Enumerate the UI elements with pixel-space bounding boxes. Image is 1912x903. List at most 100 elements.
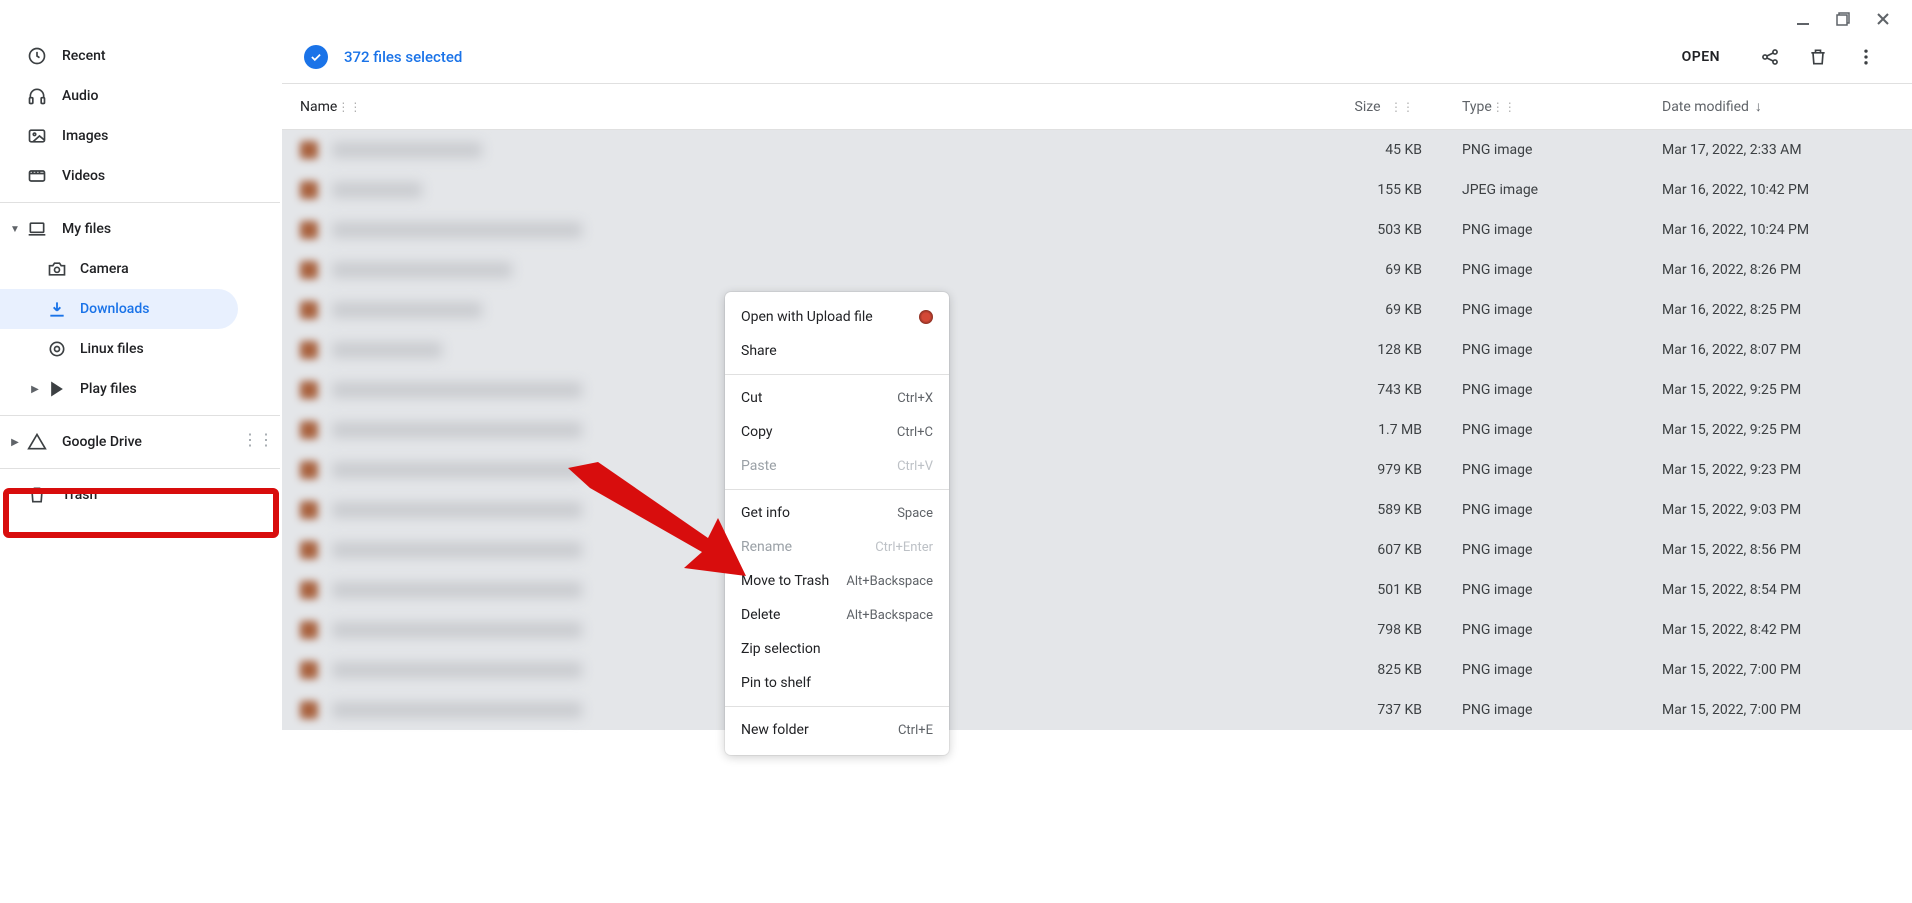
context-menu-item[interactable]: Move to TrashAlt+Backspace	[725, 564, 949, 598]
col-header-size[interactable]: Size ⋮⋮	[1312, 99, 1452, 115]
table-row[interactable]: 69 KBPNG imageMar 16, 2022, 8:25 PM	[282, 290, 1912, 330]
cell-type: PNG image	[1452, 422, 1652, 438]
drag-handle-icon[interactable]: ⋮⋮	[337, 100, 361, 114]
cell-size: 825 KB	[1312, 662, 1452, 678]
cell-type: PNG image	[1452, 302, 1652, 318]
sidebar-item-audio[interactable]: Audio	[0, 76, 238, 116]
action-bar: 372 files selected OPEN	[282, 30, 1912, 84]
cell-name	[282, 141, 1312, 159]
table-row[interactable]: 69 KBPNG imageMar 16, 2022, 8:26 PM	[282, 250, 1912, 290]
context-menu-item[interactable]: Share	[725, 334, 949, 368]
context-menu-item[interactable]: DeleteAlt+Backspace	[725, 598, 949, 632]
sidebar-item-videos[interactable]: Videos	[0, 156, 238, 196]
sidebar-item-gdrive[interactable]: ▶ Google Drive	[0, 422, 238, 462]
sidebar-item-images[interactable]: Images	[0, 116, 238, 156]
file-type-icon	[300, 341, 318, 359]
file-type-icon	[300, 221, 318, 239]
context-menu-item[interactable]: New folderCtrl+E	[725, 713, 949, 747]
share-icon[interactable]	[1758, 45, 1782, 69]
linux-icon	[46, 338, 68, 360]
cell-type: PNG image	[1452, 622, 1652, 638]
col-header-date[interactable]: Date modified↓	[1652, 98, 1912, 115]
sidebar-divider	[0, 468, 280, 469]
sidebar-item-playfiles[interactable]: ▶ Play files	[0, 369, 238, 409]
sort-descending-icon: ↓	[1755, 98, 1762, 115]
cell-type: PNG image	[1452, 382, 1652, 398]
camera-icon	[46, 258, 68, 280]
video-icon	[26, 165, 48, 187]
context-menu-item-label: Rename	[741, 539, 792, 555]
table-row[interactable]: 589 KBPNG imageMar 15, 2022, 9:03 PM	[282, 490, 1912, 530]
upload-app-icon	[919, 310, 933, 324]
cell-date: Mar 15, 2022, 9:23 PM	[1652, 462, 1912, 478]
cell-date: Mar 15, 2022, 9:03 PM	[1652, 502, 1912, 518]
file-name-redacted	[332, 182, 422, 198]
table-row[interactable]: 128 KBPNG imageMar 16, 2022, 8:07 PM	[282, 330, 1912, 370]
sidebar-item-camera[interactable]: Camera	[0, 249, 238, 289]
cell-size: 45 KB	[1312, 142, 1452, 158]
cell-date: Mar 15, 2022, 7:00 PM	[1652, 702, 1912, 718]
drag-handle-icon[interactable]: ⋮⋮	[1492, 100, 1516, 114]
table-row[interactable]: 743 KBPNG imageMar 15, 2022, 9:25 PM	[282, 370, 1912, 410]
cell-size: 1.7 MB	[1312, 422, 1452, 438]
context-menu-separator	[725, 374, 949, 375]
cell-size: 128 KB	[1312, 342, 1452, 358]
table-row[interactable]: 155 KBJPEG imageMar 16, 2022, 10:42 PM	[282, 170, 1912, 210]
table-row[interactable]: 979 KBPNG imageMar 15, 2022, 9:23 PM	[282, 450, 1912, 490]
cell-size: 743 KB	[1312, 382, 1452, 398]
window-minimize-button[interactable]	[1794, 10, 1812, 28]
cell-size: 69 KB	[1312, 262, 1452, 278]
table-row[interactable]: 607 KBPNG imageMar 15, 2022, 8:56 PM	[282, 530, 1912, 570]
window-close-button[interactable]	[1874, 10, 1892, 28]
file-type-icon	[300, 701, 318, 719]
context-menu-item-label: Share	[741, 343, 777, 359]
trash-icon[interactable]	[1806, 45, 1830, 69]
cell-type: PNG image	[1452, 702, 1652, 718]
open-button[interactable]: OPEN	[1682, 49, 1720, 65]
table-row[interactable]: 501 KBPNG imageMar 15, 2022, 8:54 PM	[282, 570, 1912, 610]
context-menu-item[interactable]: Pin to shelf	[725, 666, 949, 700]
cell-type: PNG image	[1452, 262, 1652, 278]
window-maximize-button[interactable]	[1834, 10, 1852, 28]
file-name-redacted	[332, 462, 582, 478]
file-type-icon	[300, 141, 318, 159]
table-row[interactable]: 737 KBPNG imageMar 15, 2022, 7:00 PM	[282, 690, 1912, 730]
cell-type: JPEG image	[1452, 182, 1652, 198]
cell-date: Mar 16, 2022, 8:26 PM	[1652, 262, 1912, 278]
play-icon	[46, 378, 68, 400]
table-row[interactable]: 825 KBPNG imageMar 15, 2022, 7:00 PM	[282, 650, 1912, 690]
cell-date: Mar 15, 2022, 8:56 PM	[1652, 542, 1912, 558]
table-row[interactable]: 1.7 MBPNG imageMar 15, 2022, 9:25 PM	[282, 410, 1912, 450]
sidebar-item-label: Recent	[62, 48, 106, 64]
sidebar-item-linux[interactable]: Linux files	[0, 329, 238, 369]
context-menu-item[interactable]: CutCtrl+X	[725, 381, 949, 415]
context-menu-item[interactable]: CopyCtrl+C	[725, 415, 949, 449]
col-header-type[interactable]: Type⋮⋮	[1452, 99, 1652, 115]
more-icon[interactable]	[1854, 45, 1878, 69]
cell-name	[282, 181, 1312, 199]
cell-size: 155 KB	[1312, 182, 1452, 198]
selection-check-icon[interactable]	[304, 45, 328, 69]
file-name-redacted	[332, 142, 482, 158]
sidebar-item-downloads[interactable]: Downloads	[0, 289, 238, 329]
file-name-redacted	[332, 622, 582, 638]
context-menu-item: PasteCtrl+V	[725, 449, 949, 483]
context-menu-item[interactable]: Zip selection	[725, 632, 949, 666]
sidebar-item-trash[interactable]: Trash	[0, 475, 238, 515]
context-menu-item[interactable]: Get infoSpace	[725, 496, 949, 530]
table-row[interactable]: 798 KBPNG imageMar 15, 2022, 8:42 PM	[282, 610, 1912, 650]
file-name-redacted	[332, 302, 482, 318]
table-row[interactable]: 45 KBPNG imageMar 17, 2022, 2:33 AM	[282, 130, 1912, 170]
col-header-name[interactable]: Name⋮⋮	[282, 99, 1312, 115]
drag-handle-icon[interactable]: ⋮⋮	[242, 430, 274, 449]
context-menu-item[interactable]: Open with Upload file	[725, 300, 949, 334]
cell-date: Mar 16, 2022, 10:42 PM	[1652, 182, 1912, 198]
table-row[interactable]: 503 KBPNG imageMar 16, 2022, 10:24 PM	[282, 210, 1912, 250]
sidebar-item-recent[interactable]: Recent	[0, 36, 238, 76]
sidebar-item-myfiles[interactable]: ▼ My files	[0, 209, 238, 249]
drag-handle-icon[interactable]: ⋮⋮	[1390, 100, 1414, 114]
cell-type: PNG image	[1452, 542, 1652, 558]
cell-size: 737 KB	[1312, 702, 1452, 718]
cell-type: PNG image	[1452, 222, 1652, 238]
cell-date: Mar 16, 2022, 10:24 PM	[1652, 222, 1912, 238]
